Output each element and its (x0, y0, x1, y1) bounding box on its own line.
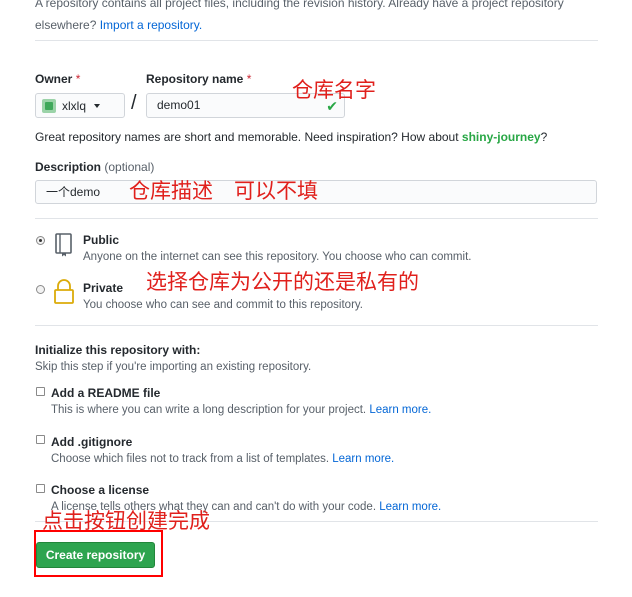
gitignore-note: Choose which files not to track from a l… (51, 453, 394, 465)
readme-note-text: This is where you can write a long descr… (51, 404, 367, 416)
annotation-repo-name: 仓库名字 (292, 78, 376, 102)
repo-name-hint: Great repository names are short and mem… (35, 130, 547, 144)
avatar (42, 98, 56, 113)
gitignore-note-text: Choose which files not to track from a l… (51, 453, 330, 465)
create-repository-button[interactable]: Create repository (36, 542, 155, 568)
readme-checkbox[interactable] (36, 387, 45, 396)
private-radio[interactable] (36, 285, 45, 294)
license-title: Choose a license (51, 483, 150, 497)
readme-title: Add a README file (51, 386, 161, 400)
gitignore-title: Add .gitignore (51, 435, 133, 449)
import-repository-link[interactable]: Import a repository. (100, 18, 202, 32)
owner-select[interactable]: xlxlq (35, 93, 125, 118)
gitignore-learn-more-link[interactable]: Learn more. (332, 453, 394, 465)
owner-value: xlxlq (62, 98, 87, 113)
intro-line-1: A repository contains all project files,… (35, 0, 564, 10)
divider-top (35, 40, 598, 41)
owner-label: Owner * (35, 72, 80, 86)
owner-required-mark: * (75, 72, 81, 86)
chevron-down-icon (94, 103, 101, 108)
lock-icon (52, 279, 76, 308)
repo-name-label: Repository name * (146, 72, 251, 86)
repo-name-required-mark: * (246, 72, 252, 86)
public-repo-icon (54, 233, 74, 260)
public-note: Anyone on the internet can see this repo… (83, 251, 472, 263)
divider-init-top (35, 325, 598, 326)
annotation-visibility: 选择仓库为公开的还是私有的 (146, 270, 419, 294)
divider-visibility-top (35, 218, 598, 219)
intro-line-2-prefix: elsewhere? (35, 18, 97, 32)
repo-name-hint-text: Great repository names are short and mem… (35, 130, 459, 144)
license-checkbox[interactable] (36, 484, 45, 493)
repo-name-hint-end: ? (540, 130, 548, 144)
public-title: Public (83, 233, 120, 247)
owner-label-text: Owner (35, 72, 73, 86)
intro-line-2: elsewhere? Import a repository. (35, 14, 595, 36)
private-title: Private (83, 281, 124, 295)
private-note: You choose who can see and commit to thi… (83, 299, 363, 311)
gitignore-checkbox[interactable] (36, 435, 45, 444)
init-title: Initialize this repository with: (35, 343, 201, 357)
description-label-text: Description (35, 160, 102, 174)
license-learn-more-link[interactable]: Learn more. (379, 501, 441, 513)
owner-repo-separator: / (131, 92, 137, 114)
repo-name-value: demo01 (157, 98, 201, 112)
name-suggestion-link[interactable]: shiny-journey (462, 130, 541, 144)
description-label: Description (optional) (35, 160, 154, 174)
repo-name-label-text: Repository name (146, 72, 244, 86)
description-optional-text: (optional) (104, 160, 155, 174)
init-subtitle: Skip this step if you're importing an ex… (35, 361, 312, 373)
readme-note: This is where you can write a long descr… (51, 404, 431, 416)
intro-text: A repository contains all project files,… (35, 0, 595, 36)
public-radio[interactable] (36, 236, 45, 245)
readme-learn-more-link[interactable]: Learn more. (369, 404, 431, 416)
annotation-description: 仓库描述 可以不填 (129, 179, 318, 203)
description-value: 一个demo (46, 185, 101, 199)
